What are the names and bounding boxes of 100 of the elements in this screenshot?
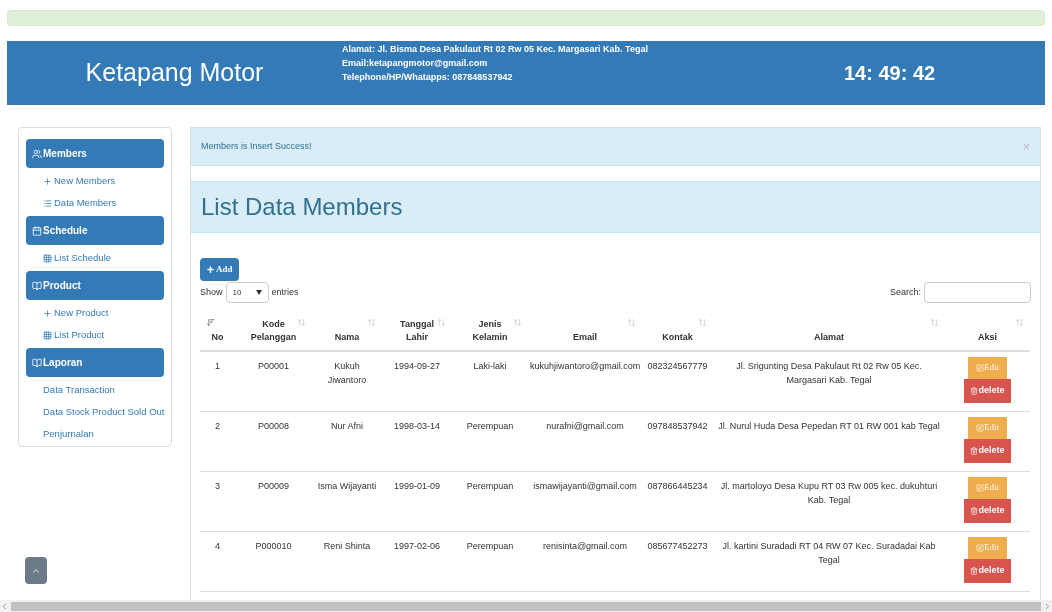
trash-icon <box>970 506 979 515</box>
sort-icon <box>367 318 376 327</box>
alert-message: Members is Insert Success! <box>201 139 312 153</box>
table-cell: Isma Wijayanti <box>312 471 382 531</box>
search-field[interactable] <box>924 282 1031 303</box>
table-cell: Kukuh Jiwantoro <box>312 351 382 411</box>
clock: 14: 49: 42 <box>844 61 936 86</box>
edit-icon <box>976 543 984 552</box>
grid-icon <box>43 253 52 263</box>
show-label: Show <box>200 285 223 299</box>
column-header[interactable]: Alamat <box>713 315 945 351</box>
table-cell: Jl. kartini Suradadi RT 04 RW 07 Kec. Suradadai Kab Tegal <box>713 531 945 591</box>
grid-icon <box>43 330 52 340</box>
trash-icon <box>970 566 979 575</box>
table-cell: Nur Afni <box>312 411 382 471</box>
horizontal-scrollbar[interactable] <box>0 600 1052 612</box>
sidebar-link[interactable]: List Product <box>26 324 164 346</box>
entries-select[interactable]: 10 <box>225 282 269 303</box>
header-info-text: Alamat: Jl. Bisma Desa Pakulaut Rt 02 Rw 05 Kec. Margasari Kab. Tegal <box>342 43 649 56</box>
book-icon <box>32 357 42 368</box>
table-cell: Perempuan <box>452 411 528 471</box>
table-cell: Jl. martoloyo Desa Kupu RT 03 Rw 005 kec. dukuhturi Kab. Tegal <box>713 471 945 531</box>
column-header[interactable]: Nama <box>312 315 382 351</box>
list-icon <box>43 198 52 208</box>
header-info-text: Email:ketapangmotor@gmail.com <box>342 57 489 70</box>
scroll-left-icon <box>0 601 9 611</box>
table-cell: Perempuan <box>452 471 528 531</box>
trash-icon <box>970 446 979 455</box>
table-cell: Laki-laki <box>452 351 528 411</box>
plus-icon <box>43 176 52 186</box>
sort-icon <box>437 318 446 327</box>
column-header[interactable]: Kontak <box>642 315 713 351</box>
delete-button[interactable]: delete <box>964 498 1011 523</box>
column-header[interactable]: Tanggal Lahir <box>382 315 452 351</box>
table-cell: P00008 <box>235 411 312 471</box>
table-cell: 1994-09-27 <box>382 351 452 411</box>
table-cell: 3 <box>200 471 235 531</box>
sidebar-link[interactable]: Data Members <box>26 192 164 214</box>
add-button[interactable]: Add <box>200 258 239 281</box>
column-header[interactable]: Kode Pelanggan <box>235 315 312 351</box>
table-cell: 087866445234 <box>642 471 713 531</box>
sort-icon <box>930 318 939 327</box>
table-cell: kukuhjiwantoro@gmail.com <box>528 351 642 411</box>
scroll-right-icon <box>1043 601 1052 611</box>
column-header[interactable]: Jenis Kelamin <box>452 315 528 351</box>
table-cell: Reni Shinta <box>312 531 382 591</box>
sidebar-section-button[interactable]: Laporan <box>26 348 164 377</box>
table-cell: 1 <box>200 351 235 411</box>
scrollbar-thumb[interactable] <box>11 601 1041 611</box>
sidebar-link[interactable]: New Members <box>26 170 164 192</box>
column-header[interactable]: No <box>200 315 235 351</box>
table-cell: 2 <box>200 411 235 471</box>
delete-button[interactable]: delete <box>964 558 1011 583</box>
sidebar-link[interactable]: Data Stock Product Sold Out <box>26 401 164 423</box>
table-cell: Jl. Nurul Huda Desa Pepedan RT 01 RW 001 kab Tegal <box>713 411 945 471</box>
table-cell: nurafni@gmail.com <box>528 411 642 471</box>
sidebar-link[interactable]: New Product <box>26 302 164 324</box>
page-title: List Data Members <box>201 192 403 222</box>
delete-button[interactable]: delete <box>964 438 1011 463</box>
sort-icon <box>627 318 636 327</box>
table-cell: 4 <box>200 531 235 591</box>
sort-asc-icon <box>206 318 215 327</box>
table-cell: 1997-02-06 <box>382 531 452 591</box>
delete-button[interactable]: delete <box>964 379 1011 403</box>
search-label: Search: <box>889 285 921 299</box>
sidebar-link[interactable]: List Schedule <box>26 247 164 269</box>
sidebar-section-button[interactable]: Members <box>26 139 164 168</box>
sort-icon <box>297 318 306 327</box>
caret-icon <box>255 290 262 295</box>
sidebar-section-button[interactable]: Product <box>26 271 164 300</box>
plus-icon <box>43 308 52 318</box>
sort-icon <box>1015 318 1024 327</box>
table-cell: ismawijayanti@gmail.com <box>528 471 642 531</box>
table-cell: Perempuan <box>452 531 528 591</box>
table-cell: 1999-01-09 <box>382 471 452 531</box>
table-cell: 1998-03-14 <box>382 411 452 471</box>
site-title: Ketapang Motor <box>85 57 264 89</box>
sidebar-link[interactable]: Penjurnalan <box>26 423 164 445</box>
table-cell: P000010 <box>235 531 312 591</box>
sort-icon <box>698 318 707 327</box>
back-to-top-button[interactable] <box>25 557 47 584</box>
book-icon <box>32 280 42 291</box>
table-cell: 085677452273 <box>642 531 713 591</box>
sort-icon <box>513 318 522 327</box>
column-header[interactable]: Email <box>528 315 642 351</box>
calendar-icon <box>32 225 42 236</box>
sidebar-link[interactable]: Data Transaction <box>26 379 164 401</box>
table-cell: Jl. Srigunting Desa Pakulaut Rt 02 Rw 05 Kec. Margasari Kab. Tegal <box>713 351 945 411</box>
table-cell: P00009 <box>235 471 312 531</box>
table-cell: 082324567779 <box>642 351 713 411</box>
trash-icon <box>970 387 979 395</box>
edit-icon <box>976 423 984 432</box>
plus-icon <box>206 265 215 274</box>
sidebar-section-button[interactable]: Schedule <box>26 216 164 245</box>
edit-icon <box>976 364 984 372</box>
column-header[interactable]: Aksi <box>945 315 1030 351</box>
table-cell: P00001 <box>235 351 312 411</box>
table-cell: 097848537942 <box>642 411 713 471</box>
table-cell: renisinta@gmail.com <box>528 531 642 591</box>
entries-label: entries <box>271 285 299 299</box>
